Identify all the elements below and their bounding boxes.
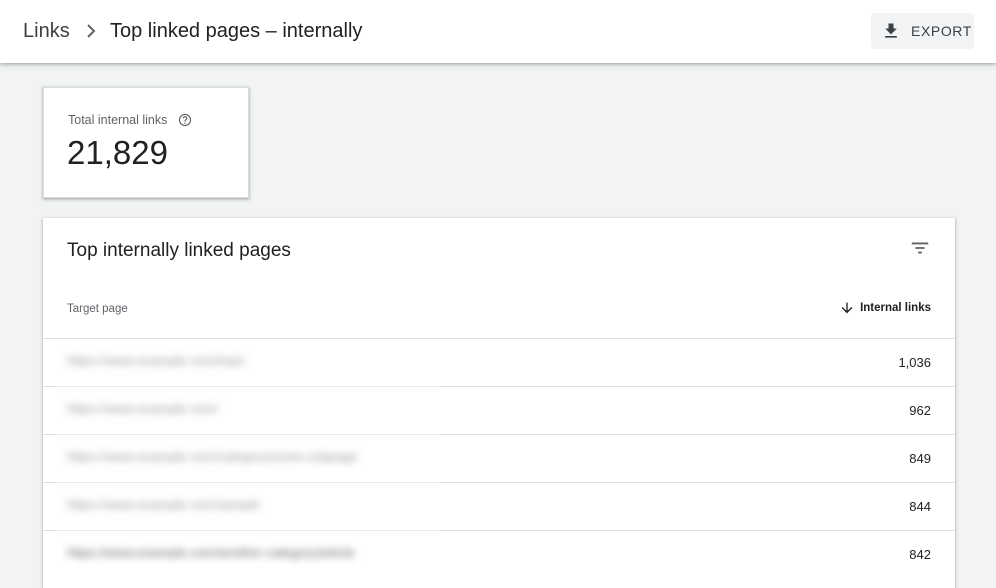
internal-links-count: 844: [909, 499, 931, 514]
total-internal-links-value: 21,829: [67, 134, 168, 171]
chevron-right-icon: [83, 22, 99, 40]
table-row[interactable]: https://www.example.com/ 962: [43, 386, 955, 434]
table-body: https://www.example.com/topic 1,036 http…: [43, 338, 955, 578]
internal-links-count: 1,036: [898, 355, 931, 370]
help-icon[interactable]: [178, 113, 192, 127]
page-title: Top linked pages – internally: [110, 20, 363, 42]
target-page-url[interactable]: https://www.example.com/topic: [67, 353, 245, 368]
total-internal-links-card: Total internal links 21,829: [43, 87, 249, 198]
breadcrumb-links[interactable]: Links: [23, 20, 70, 43]
target-page-url[interactable]: https://www.example.com/sample: [67, 497, 260, 512]
target-page-url[interactable]: https://www.example.com/category/some-su…: [67, 449, 357, 464]
table-title: Top internally linked pages: [67, 240, 291, 261]
top-linked-pages-table: Top internally linked pages Target page …: [43, 218, 955, 588]
column-header-target-page[interactable]: Target page: [67, 303, 128, 315]
filter-icon[interactable]: [909, 237, 931, 259]
total-internal-links-label: Total internal links: [68, 113, 168, 127]
internal-links-count: 962: [909, 403, 931, 418]
table-row[interactable]: https://www.example.com/sample 844: [43, 482, 955, 530]
internal-links-header-label: Internal links: [860, 302, 931, 314]
table-row[interactable]: https://www.example.com/category/some-su…: [43, 434, 955, 482]
top-app-bar: Links Top linked pages – internally EXPO…: [0, 0, 996, 63]
target-page-url[interactable]: https://www.example.com/another-category…: [67, 545, 355, 560]
download-icon: [881, 21, 901, 41]
export-label: EXPORT: [911, 23, 972, 39]
target-page-url[interactable]: https://www.example.com/: [67, 401, 218, 416]
table-row[interactable]: https://www.example.com/topic 1,036: [43, 338, 955, 386]
arrow-down-icon: [839, 300, 855, 316]
internal-links-count: 842: [909, 547, 931, 562]
table-row[interactable]: https://www.example.com/another-category…: [43, 530, 955, 578]
export-button[interactable]: EXPORT: [871, 13, 974, 49]
column-header-internal-links[interactable]: Internal links: [839, 300, 931, 316]
internal-links-count: 849: [909, 451, 931, 466]
